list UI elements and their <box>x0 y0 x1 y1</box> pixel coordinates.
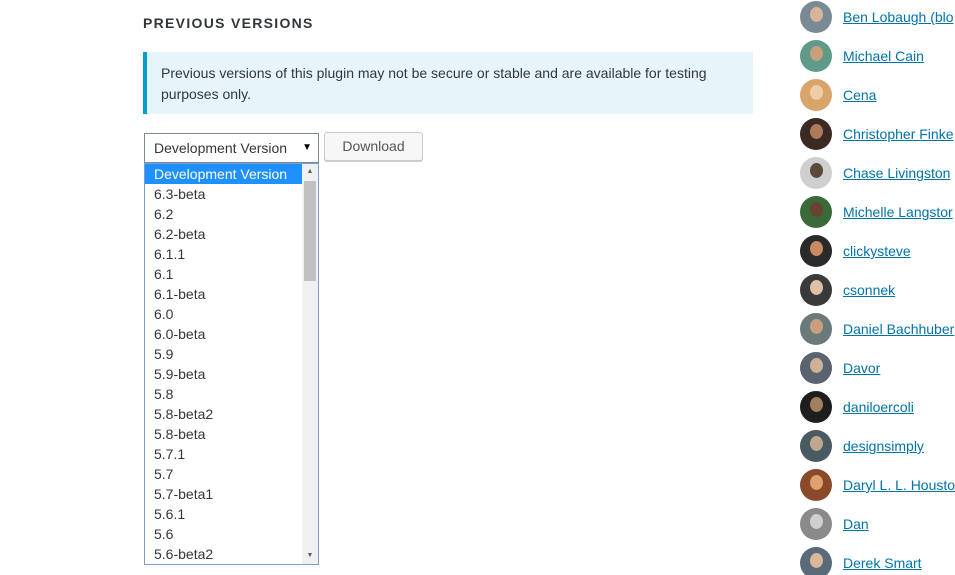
version-option[interactable]: 6.2 <box>145 204 302 224</box>
version-option[interactable]: 5.6-beta2 <box>145 544 302 564</box>
contributor-item: csonnek <box>800 274 955 306</box>
version-option[interactable]: 6.2-beta <box>145 224 302 244</box>
contributor-link[interactable]: Michael Cain <box>843 48 924 64</box>
version-option[interactable]: 6.1 <box>145 264 302 284</box>
avatar-face <box>810 553 823 568</box>
version-select-value: Development Version <box>154 140 288 156</box>
avatar[interactable] <box>800 157 832 189</box>
contributor-item: Daryl L. L. Housto <box>800 469 955 501</box>
scrollbar-thumb[interactable] <box>304 181 316 281</box>
avatar-face <box>810 475 823 490</box>
contributor-link[interactable]: daniloercoli <box>843 399 914 415</box>
contributor-link[interactable]: Derek Smart <box>843 555 922 571</box>
contributor-link[interactable]: clickysteve <box>843 243 911 259</box>
avatar-face <box>810 46 823 61</box>
version-option[interactable]: 5.6.1 <box>145 504 302 524</box>
version-select[interactable]: Development Version ▼ <box>144 133 319 163</box>
avatar[interactable] <box>800 235 832 267</box>
contributor-link[interactable]: csonnek <box>843 282 895 298</box>
contributor-link[interactable]: Christopher Finke <box>843 126 954 142</box>
avatar[interactable] <box>800 40 832 72</box>
contributor-item: Chase Livingston <box>800 157 955 189</box>
avatar[interactable] <box>800 79 832 111</box>
version-option[interactable]: Development Version <box>145 164 302 184</box>
avatar[interactable] <box>800 313 832 345</box>
contributor-item: Derek Smart <box>800 547 955 575</box>
avatar[interactable] <box>800 508 832 540</box>
plugin-page: PREVIOUS VERSIONS Previous versions of t… <box>0 0 955 575</box>
version-option[interactable]: 6.0 <box>145 304 302 324</box>
avatar[interactable] <box>800 274 832 306</box>
version-option[interactable]: 5.8-beta2 <box>145 404 302 424</box>
scroll-down-icon[interactable]: ▼ <box>302 548 318 564</box>
contributor-item: Christopher Finke <box>800 118 955 150</box>
contributor-item: Davor <box>800 352 955 384</box>
contributor-item: clickysteve <box>800 235 955 267</box>
avatar[interactable] <box>800 1 832 33</box>
version-option[interactable]: 6.1.1 <box>145 244 302 264</box>
avatar-face <box>810 514 823 529</box>
version-option[interactable]: 5.8-beta <box>145 424 302 444</box>
avatar-face <box>810 202 823 217</box>
version-option[interactable]: 5.9-beta <box>145 364 302 384</box>
version-option[interactable]: 5.7 <box>145 464 302 484</box>
scroll-up-icon[interactable]: ▲ <box>302 164 318 180</box>
version-option[interactable]: 5.6 <box>145 524 302 544</box>
contributors-list: Ben Lobaugh (blo Michael Cain Cena Christop… <box>800 0 955 575</box>
dropdown-scrollbar[interactable]: ▲ ▼ <box>302 164 318 564</box>
contributor-item: Ben Lobaugh (blo <box>800 1 955 33</box>
contributor-link[interactable]: Michelle Langstor <box>843 204 953 220</box>
avatar[interactable] <box>800 118 832 150</box>
version-option[interactable]: 5.8 <box>145 384 302 404</box>
contributor-link[interactable]: designsimply <box>843 438 924 454</box>
contributor-link[interactable]: Ben Lobaugh (blo <box>843 9 954 25</box>
avatar-face <box>810 397 823 412</box>
contributor-item: Dan <box>800 508 955 540</box>
contributor-item: daniloercoli <box>800 391 955 423</box>
avatar[interactable] <box>800 352 832 384</box>
contributor-link[interactable]: Chase Livingston <box>843 165 950 181</box>
version-option[interactable]: 5.7-beta1 <box>145 484 302 504</box>
version-option[interactable]: 5.7.1 <box>145 444 302 464</box>
triangle-down-icon: ▼ <box>302 142 312 153</box>
avatar[interactable] <box>800 469 832 501</box>
contributor-item: designsimply <box>800 430 955 462</box>
version-dropdown-list[interactable]: Development Version 6.3-beta 6.2 6.2-beta 6.… <box>144 163 319 565</box>
version-option[interactable]: 6.0-beta <box>145 324 302 344</box>
section-title: PREVIOUS VERSIONS <box>143 15 314 31</box>
contributor-item: Daniel Bachhuber <box>800 313 955 345</box>
avatar-face <box>810 163 823 178</box>
avatar-face <box>810 319 823 334</box>
version-option[interactable]: 5.9 <box>145 344 302 364</box>
avatar-face <box>810 124 823 139</box>
avatar[interactable] <box>800 430 832 462</box>
avatar-face <box>810 85 823 100</box>
contributor-link[interactable]: Dan <box>843 516 869 532</box>
contributor-link[interactable]: Davor <box>843 360 880 376</box>
contributor-item: Michelle Langstor <box>800 196 955 228</box>
version-option[interactable]: 6.3-beta <box>145 184 302 204</box>
version-option[interactable]: 6.1-beta <box>145 284 302 304</box>
contributor-link[interactable]: Daniel Bachhuber <box>843 321 954 337</box>
avatar-face <box>810 436 823 451</box>
avatar-face <box>810 241 823 256</box>
download-button[interactable]: Download <box>324 132 423 161</box>
avatar-face <box>810 358 823 373</box>
notice-box: Previous versions of this plugin may not… <box>143 52 753 114</box>
avatar[interactable] <box>800 391 832 423</box>
avatar-face <box>810 7 823 22</box>
contributor-item: Cena <box>800 79 955 111</box>
contributor-item: Michael Cain <box>800 40 955 72</box>
avatar[interactable] <box>800 196 832 228</box>
avatar-face <box>810 280 823 295</box>
contributor-link[interactable]: Cena <box>843 87 876 103</box>
avatar[interactable] <box>800 547 832 575</box>
contributor-link[interactable]: Daryl L. L. Housto <box>843 477 955 493</box>
version-options: Development Version 6.3-beta 6.2 6.2-beta 6.… <box>145 164 302 564</box>
